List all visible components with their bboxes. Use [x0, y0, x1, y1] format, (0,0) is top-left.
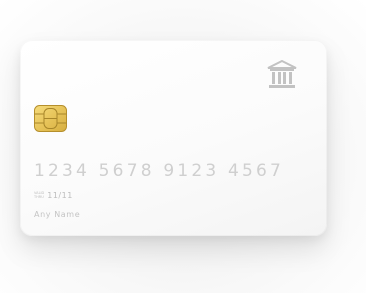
cardholder-name: Any Name: [34, 210, 81, 219]
bank-icon: [267, 59, 297, 88]
thru-label: THRU: [34, 194, 44, 199]
credit-card: 1234 5678 9123 4567 VALID THRU 11/11 Any…: [20, 40, 327, 236]
card-number: 1234 5678 9123 4567: [34, 161, 285, 181]
expiry-row: VALID THRU 11/11: [34, 191, 73, 200]
expiry-date: 11/11: [47, 191, 73, 200]
valid-thru-label: VALID THRU: [34, 191, 44, 199]
chip-icon: [34, 105, 67, 132]
